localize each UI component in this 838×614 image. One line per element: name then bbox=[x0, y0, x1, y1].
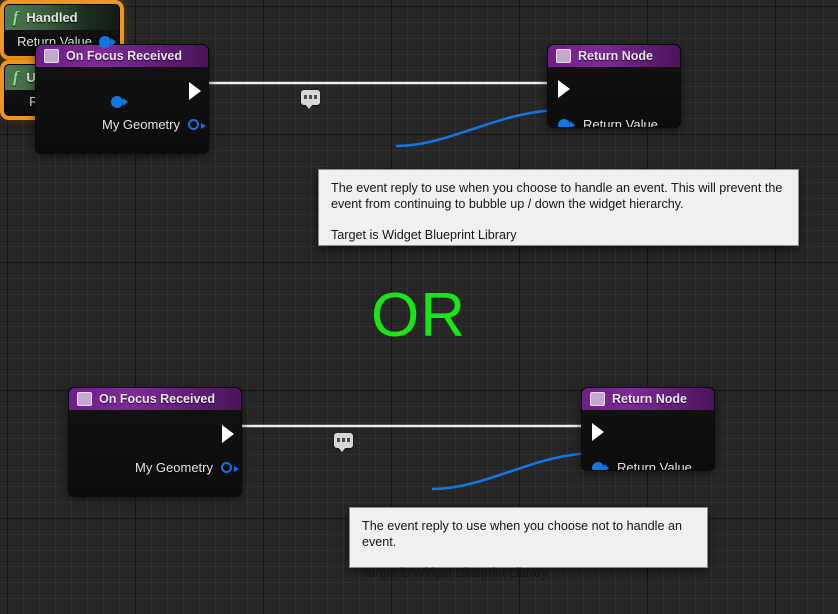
function-f-icon: f bbox=[13, 68, 19, 86]
pin-row-return-value-bottom[interactable]: Return Value bbox=[592, 460, 692, 471]
bool-pin-return-value-in[interactable] bbox=[558, 118, 575, 127]
bool-pin-return-value-in[interactable] bbox=[592, 461, 609, 470]
tooltip-unhandled: The event reply to use when you choose n… bbox=[349, 507, 708, 580]
blueprint-graph-canvas[interactable]: On Focus Received My Geometry In Focus E… bbox=[0, 0, 838, 614]
return-node-header: Return Node bbox=[548, 45, 680, 67]
tooltip-description: The event reply to use when you choose t… bbox=[331, 181, 783, 211]
return-node-title: Return Node bbox=[612, 392, 687, 406]
return-node-top[interactable]: Return Node Return Value bbox=[547, 44, 681, 128]
bool-pin-return-value[interactable] bbox=[111, 95, 128, 108]
bool-pin-return-value[interactable] bbox=[99, 35, 116, 48]
data-wire-bottom bbox=[431, 451, 597, 491]
tooltip-description: The event reply to use when you choose n… bbox=[362, 519, 682, 549]
exec-output-pin[interactable] bbox=[189, 82, 201, 100]
event-node-icon bbox=[44, 49, 59, 63]
pin-row-in-focus-event[interactable]: In Focus Event bbox=[126, 495, 232, 496]
return-node-title: Return Node bbox=[578, 49, 653, 63]
tooltip-target: Target is Widget Blueprint Library bbox=[331, 228, 517, 242]
return-node-icon bbox=[590, 392, 605, 406]
event-node-on-focus-received-bottom[interactable]: On Focus Received My Geometry In Focus E… bbox=[68, 387, 242, 497]
pin-label-in-focus-event: In Focus Event bbox=[93, 152, 180, 153]
tooltip-target: Target is Widget Blueprint Library bbox=[362, 566, 548, 580]
struct-pin-my-geometry[interactable] bbox=[188, 119, 206, 130]
pin-label-my-geometry: My Geometry bbox=[134, 460, 213, 475]
function-f-icon: f bbox=[13, 8, 19, 26]
pin-row-in-focus-event[interactable]: In Focus Event bbox=[93, 152, 199, 153]
tooltip-handled: The event reply to use when you choose t… bbox=[318, 169, 799, 246]
comment-bubble-icon-bottom[interactable] bbox=[334, 433, 353, 452]
function-node-title: Handled bbox=[26, 10, 78, 25]
pin-label-in-focus-event: In Focus Event bbox=[126, 495, 213, 496]
exec-input-pin[interactable] bbox=[558, 80, 570, 98]
data-wire-top bbox=[395, 108, 563, 148]
exec-output-pin[interactable] bbox=[222, 425, 234, 443]
event-node-header: On Focus Received bbox=[36, 45, 208, 67]
comment-dots-icon bbox=[304, 95, 317, 99]
return-node-icon bbox=[556, 49, 571, 63]
event-node-title: On Focus Received bbox=[66, 49, 183, 63]
event-node-icon bbox=[77, 392, 92, 406]
pin-row-return-value-top[interactable]: Return Value bbox=[558, 117, 658, 128]
event-node-header: On Focus Received bbox=[69, 388, 241, 410]
struct-pin-my-geometry[interactable] bbox=[221, 462, 239, 473]
pin-label-my-geometry: My Geometry bbox=[101, 117, 180, 132]
or-separator-label: OR bbox=[371, 281, 466, 350]
pin-row-my-geometry[interactable]: My Geometry bbox=[134, 460, 239, 475]
pin-row-my-geometry[interactable]: My Geometry bbox=[101, 117, 206, 132]
event-node-title: On Focus Received bbox=[99, 392, 216, 406]
comment-bubble-icon-top[interactable] bbox=[301, 90, 320, 109]
return-node-header: Return Node bbox=[582, 388, 714, 410]
comment-dots-icon bbox=[337, 438, 350, 442]
function-node-header: f Handled bbox=[5, 5, 119, 30]
pin-label-return-value-bottom: Return Value bbox=[617, 460, 692, 471]
exec-input-pin[interactable] bbox=[592, 423, 604, 441]
return-node-bottom[interactable]: Return Node Return Value bbox=[581, 387, 715, 471]
pin-label-return-value-top: Return Value bbox=[583, 117, 658, 128]
